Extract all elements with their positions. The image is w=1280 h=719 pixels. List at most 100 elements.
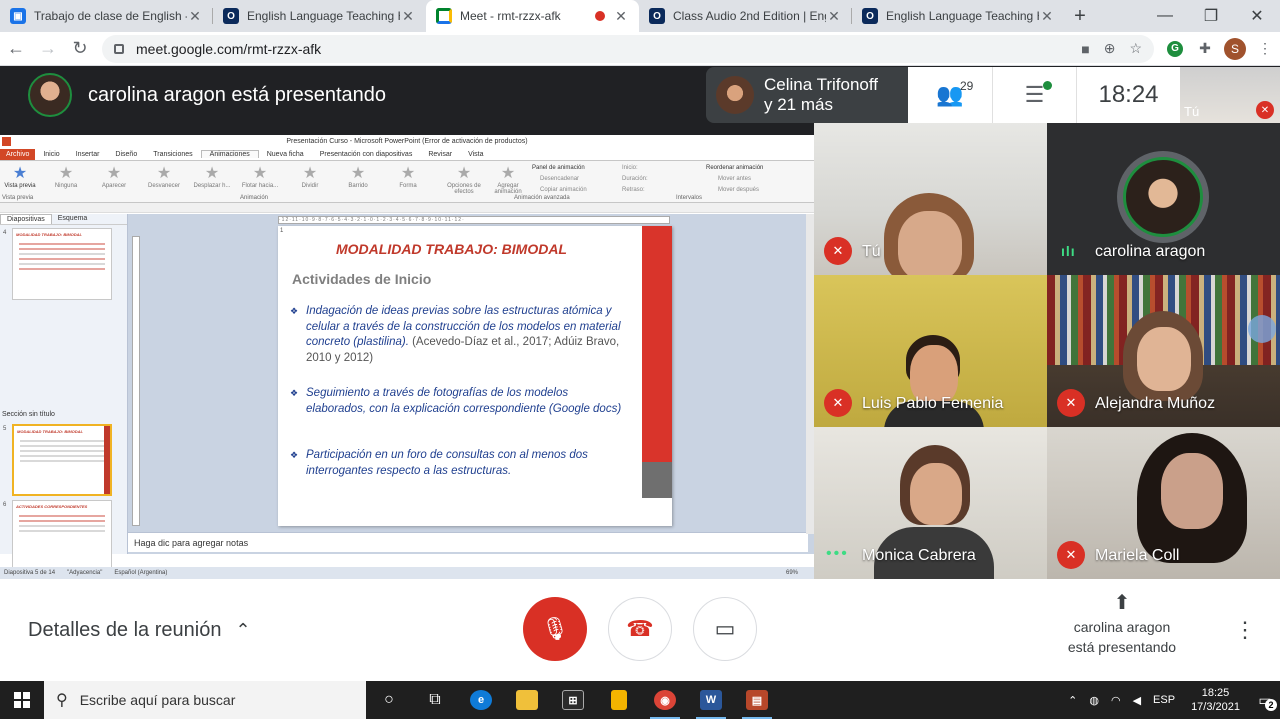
animation-wipe[interactable]: ★ Barrido: [338, 165, 378, 189]
close-tab-icon[interactable]: ✕: [1039, 8, 1055, 25]
ppt-menu-item[interactable]: Nueva ficha: [259, 151, 312, 158]
move-earlier-button[interactable]: Mover antes: [718, 176, 751, 182]
file-explorer-icon[interactable]: [504, 681, 550, 719]
back-icon[interactable]: ←: [0, 35, 32, 63]
section-label[interactable]: Sección sin título: [2, 411, 55, 418]
participant-tile[interactable]: ılı carolina aragon: [1047, 123, 1280, 275]
ppt-menu-item[interactable]: Transiciones: [145, 151, 200, 158]
minimize-icon[interactable]: —: [1142, 0, 1188, 32]
restore-icon[interactable]: ❐: [1188, 0, 1234, 32]
close-tab-icon[interactable]: ✕: [826, 8, 842, 25]
task-view-icon[interactable]: ⧉: [412, 681, 458, 719]
ppt-menu-item-selected[interactable]: Animaciones: [200, 150, 259, 158]
forward-icon[interactable]: →: [32, 35, 64, 63]
browser-tab[interactable]: ▣ Trabajo de clase de English - 2° ✕: [0, 0, 213, 32]
chevron-up-icon[interactable]: ⌃: [1068, 694, 1077, 707]
new-tab-button[interactable]: +: [1065, 0, 1095, 32]
animation-fade[interactable]: ★ Desvanecer: [144, 165, 184, 189]
chat-button[interactable]: ☰: [992, 67, 1076, 123]
participant-tile[interactable]: ✕ Luis Pablo Femenia: [814, 275, 1047, 427]
profile-avatar[interactable]: S: [1220, 35, 1250, 63]
participants-preview[interactable]: Celina Trifonoff y 21 más: [706, 67, 908, 123]
notes-field[interactable]: Haga dic para agregar notas: [128, 532, 808, 552]
preview-button[interactable]: ★ Vista previa: [0, 165, 40, 189]
copy-animation-button[interactable]: Copiar animación: [540, 187, 587, 193]
zoom-level[interactable]: 69%: [786, 570, 798, 576]
more-options-icon[interactable]: ⋮: [1234, 617, 1256, 643]
animation-fly[interactable]: ★ Desplazar h...: [192, 165, 232, 189]
star-icon[interactable]: ☆: [1129, 40, 1142, 57]
language-indicator[interactable]: ESP: [1153, 694, 1175, 706]
animation-split[interactable]: ★ Dividir: [290, 165, 330, 189]
trigger-button[interactable]: Desencadenar: [540, 176, 579, 182]
animation-pane-button[interactable]: Panel de animación: [532, 165, 585, 171]
animation-float[interactable]: ★ Flotar hacia...: [240, 165, 280, 189]
volume-icon[interactable]: ◀: [1133, 694, 1141, 707]
participant-tile[interactable]: ✕ Mariela Coll: [1047, 427, 1280, 579]
animation-appear[interactable]: ★ Aparecer: [94, 165, 134, 189]
close-tab-icon[interactable]: ✕: [400, 8, 416, 25]
slide-thumbnail-selected[interactable]: MODALIDAD TRABAJO: BIMODAL: [12, 424, 112, 496]
slide-thumbnail[interactable]: ACTIVIDADES CORRESPONDIENTES: [12, 500, 112, 572]
participant-video: [1161, 453, 1223, 529]
camera-icon[interactable]: ■: [1081, 41, 1089, 57]
powerpoint-taskbar-icon[interactable]: ▤: [734, 681, 780, 719]
start-button[interactable]: [0, 681, 44, 719]
browser-tab[interactable]: O English Language Teaching Ho ✕: [852, 0, 1065, 32]
vertical-scrollbar[interactable]: [806, 214, 814, 534]
store-icon[interactable]: ⊞: [550, 681, 596, 719]
ppt-menu-item[interactable]: Vista: [460, 151, 491, 158]
microphone-toggle-button[interactable]: 🎙: [523, 597, 587, 661]
close-tab-icon[interactable]: ✕: [613, 8, 629, 25]
participant-tile[interactable]: ✕ Tú: [814, 123, 1047, 275]
close-window-icon[interactable]: ✕: [1234, 0, 1280, 32]
slide-canvas[interactable]: 1 MODALIDAD TRABAJO: BIMODAL Actividades…: [278, 226, 672, 526]
people-button[interactable]: 👥 29: [908, 67, 992, 123]
animation-none[interactable]: ★ Ninguna: [46, 165, 86, 189]
presenting-status-button[interactable]: ⬆ carolina aragon está presentando: [1050, 593, 1194, 657]
camera-toggle-button[interactable]: ▭: [693, 597, 757, 661]
tab-outline[interactable]: Esquema: [52, 214, 94, 224]
move-later-button[interactable]: Mover después: [718, 187, 759, 193]
ppt-menu-item[interactable]: Revisar: [420, 151, 460, 158]
taskbar-clock[interactable]: 18:25 17/3/2021: [1191, 686, 1240, 714]
ppt-menu-item[interactable]: Insertar: [68, 151, 108, 158]
word-icon[interactable]: W: [688, 681, 734, 719]
browser-tab[interactable]: O English Language Teaching Ho ✕: [213, 0, 426, 32]
effect-options-button[interactable]: ★ Opciones de efectos: [444, 165, 484, 195]
participant-tile[interactable]: ••• Monica Cabrera: [814, 427, 1047, 579]
google-drive-file-icon[interactable]: [596, 681, 642, 719]
meeting-details-button[interactable]: Detalles de la reunión ⌃: [28, 619, 251, 642]
add-animation-button[interactable]: ★ Agregar animación: [488, 165, 528, 195]
menu-kebab-icon[interactable]: ⋮: [1250, 35, 1280, 63]
extension-grammarly-icon[interactable]: G: [1160, 35, 1190, 63]
leave-call-button[interactable]: ☎: [608, 597, 672, 661]
animation-shape[interactable]: ★ Forma: [388, 165, 428, 189]
meet-indicator-icon[interactable]: ◍: [1089, 694, 1099, 707]
reload-icon[interactable]: ↻: [64, 35, 96, 63]
ppt-menu-item[interactable]: Diseño: [107, 151, 145, 158]
powerpoint-icon: [2, 137, 11, 146]
participant-tile[interactable]: ✕ Alejandra Muñoz: [1047, 275, 1280, 427]
chevron-up-icon: ⌃: [235, 620, 251, 640]
notifications-icon[interactable]: ▭ 2: [1250, 681, 1280, 719]
chrome-icon[interactable]: ◉: [642, 681, 688, 719]
browser-tab-active[interactable]: Meet - rmt-rzzx-afk ✕: [426, 0, 639, 32]
slide-thumbnail[interactable]: MODALIDAD TRABAJO: BIMODAL: [12, 228, 112, 300]
wifi-icon[interactable]: ◠: [1111, 694, 1121, 707]
url-field[interactable]: meet.google.com/rmt-rzzx-afk ■ ⊕ ☆: [102, 34, 1154, 63]
tab-slides[interactable]: Diapositivas: [0, 214, 52, 224]
edge-browser-icon[interactable]: e: [458, 681, 504, 719]
slide-accent-bar: [642, 226, 672, 462]
cortana-icon[interactable]: ○: [366, 681, 412, 719]
ppt-menu-item[interactable]: Inicio: [35, 151, 67, 158]
extensions-puzzle-icon[interactable]: ✚: [1190, 35, 1220, 63]
ppt-menu-file[interactable]: Archivo: [0, 148, 36, 160]
close-tab-icon[interactable]: ✕: [187, 8, 203, 25]
ppt-menu-item[interactable]: Presentación con diapositivas: [312, 151, 421, 158]
self-view-mini[interactable]: Tú ✕: [1180, 67, 1280, 123]
ppt-menu-bar: Archivo Inicio Insertar Diseño Transicio…: [0, 148, 814, 161]
zoom-icon[interactable]: ⊕: [1104, 40, 1116, 57]
taskbar-search-box[interactable]: ⚲ Escribe aquí para buscar: [44, 681, 366, 719]
browser-tab[interactable]: O Class Audio 2nd Edition | Engl ✕: [639, 0, 852, 32]
